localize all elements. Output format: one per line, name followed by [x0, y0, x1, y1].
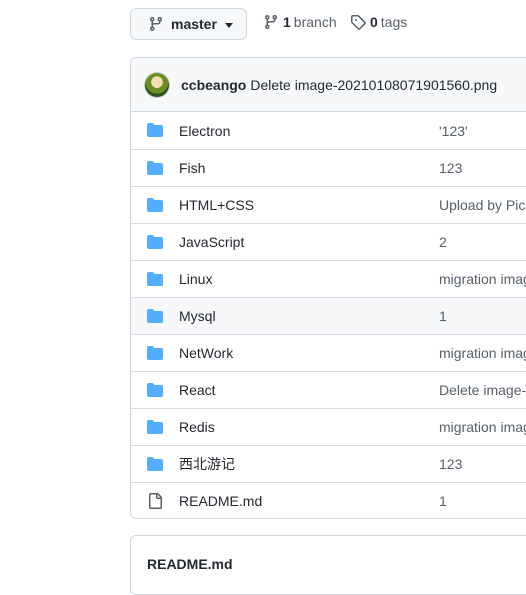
file-name-link[interactable]: HTML+CSS: [179, 197, 254, 213]
file-name-link[interactable]: JavaScript: [179, 234, 244, 250]
folder-icon: [147, 456, 163, 472]
tag-label: tags: [380, 14, 408, 30]
file-row[interactable]: HTML+CSS Upload by PicGo: [131, 186, 526, 223]
folder-icon: [147, 160, 163, 176]
git-branch-icon: [264, 15, 277, 30]
folder-icon: [147, 234, 163, 250]
folder-icon: [147, 122, 163, 138]
file-row[interactable]: JavaScript 2: [131, 223, 526, 260]
file-name-link[interactable]: React: [179, 382, 216, 398]
readme-title[interactable]: README.md: [147, 556, 233, 572]
folder-icon: [147, 419, 163, 435]
avatar[interactable]: [144, 71, 170, 98]
file-name-link[interactable]: Linux: [179, 271, 212, 287]
file-row[interactable]: NetWork migration image: [131, 334, 526, 371]
file-name-link[interactable]: README.md: [179, 493, 262, 509]
commit-message-link[interactable]: 123: [439, 456, 462, 472]
file-row[interactable]: Redis migration image: [131, 408, 526, 445]
commit-message-link[interactable]: 2: [439, 234, 447, 250]
file-row[interactable]: README.md 1: [131, 482, 526, 518]
branch-select-button[interactable]: master: [130, 8, 247, 40]
commit-author[interactable]: ccbeango: [181, 77, 246, 93]
file-name-link[interactable]: Redis: [179, 419, 215, 435]
tag-count: 0: [370, 14, 378, 30]
commit-message-link[interactable]: 1: [439, 308, 447, 324]
branch-label: branch: [293, 14, 337, 30]
chevron-down-icon: [224, 22, 233, 28]
commit-message-link[interactable]: Upload by PicGo: [439, 197, 526, 213]
file-row[interactable]: Mysql 1: [131, 297, 526, 334]
git-branch-icon: [149, 17, 162, 32]
file-row[interactable]: Electron '123': [131, 112, 526, 149]
file-icon: [147, 493, 163, 509]
branch-select-label: master: [171, 16, 217, 32]
commit-message-link[interactable]: 1: [439, 493, 447, 509]
folder-icon: [147, 382, 163, 398]
folder-icon: [147, 345, 163, 361]
tag-icon: [351, 15, 366, 30]
commit-message-link[interactable]: '123': [439, 123, 468, 139]
file-row[interactable]: 西北游记 123: [131, 445, 526, 482]
file-browser: ccbeango Delete image-20210108071901560.…: [130, 57, 526, 519]
commit-message[interactable]: Delete image-20210108071901560.png: [250, 77, 497, 93]
tags-link[interactable]: 0 tags: [350, 14, 407, 30]
file-name-link[interactable]: 西北游记: [179, 454, 235, 474]
branch-count: 1: [283, 14, 291, 30]
folder-icon: [147, 197, 163, 213]
branches-link[interactable]: 1 branch: [263, 14, 337, 30]
file-row[interactable]: Fish 123: [131, 149, 526, 186]
commit-message-link[interactable]: migration image: [439, 271, 526, 287]
file-name-link[interactable]: Mysql: [179, 308, 216, 324]
file-list: Electron '123' Fish 123 HTML+CSS Upload by Pi…: [131, 112, 526, 518]
file-row[interactable]: Linux migration image: [131, 260, 526, 297]
file-row[interactable]: React Delete image-: [131, 371, 526, 408]
commit-message-link[interactable]: Delete image-: [439, 382, 526, 398]
folder-icon: [147, 271, 163, 287]
readme-panel: README.md: [130, 535, 526, 595]
file-name-link[interactable]: NetWork: [179, 345, 233, 361]
commit-message-link[interactable]: 123: [439, 160, 462, 176]
folder-icon: [147, 308, 163, 324]
file-name-link[interactable]: Fish: [179, 160, 205, 176]
latest-commit-bar: ccbeango Delete image-20210108071901560.…: [131, 58, 526, 112]
file-name-link[interactable]: Electron: [179, 123, 230, 139]
commit-message-link[interactable]: migration image: [439, 419, 526, 435]
commit-message-link[interactable]: migration image: [439, 345, 526, 361]
